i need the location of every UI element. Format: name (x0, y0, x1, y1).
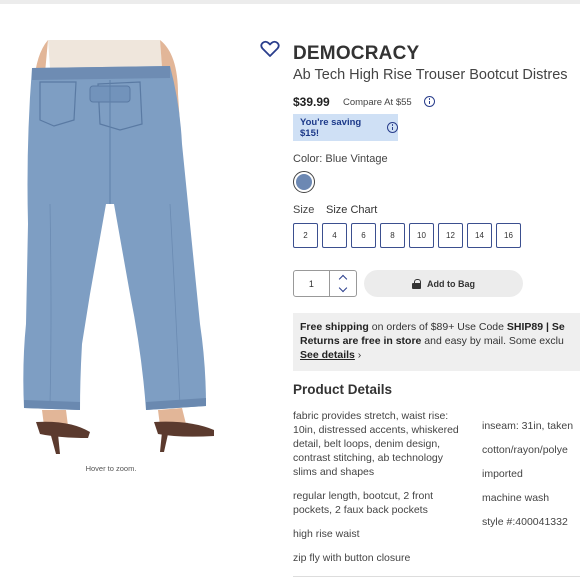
quantity-stepper: 1 (293, 270, 357, 297)
heart-icon[interactable] (260, 40, 280, 58)
detail-item: high rise waist (293, 528, 360, 540)
size-option-6[interactable]: 6 (351, 223, 376, 248)
info-icon[interactable] (424, 96, 435, 107)
product-price: $39.99 (293, 95, 330, 109)
detail-item: imported (482, 468, 523, 480)
size-option-12[interactable]: 12 (438, 223, 463, 248)
detail-item: zip fly with button closure (293, 552, 411, 564)
details-list-right: inseam: 31in, taken cotton/rayon/polye i… (482, 419, 580, 539)
quantity-arrows (328, 271, 356, 296)
product-details-heading: Product Details (293, 382, 393, 397)
size-chart-link[interactable]: Size Chart (326, 204, 377, 216)
shipping-banner: Free shipping on orders of $89+ Use Code… (293, 313, 580, 371)
shipping-line-1: Free shipping on orders of $89+ Use Code… (300, 321, 565, 333)
details-list-left: fabric provides stretch, waist rise: 10i… (293, 409, 468, 575)
hover-zoom-text: Hover to zoom. (85, 464, 137, 473)
product-brand[interactable]: DEMOCRACY (293, 43, 419, 65)
detail-item: fabric provides stretch, waist rise: 10i… (293, 410, 459, 478)
size-option-2[interactable]: 2 (293, 223, 318, 248)
color-value: Blue Vintage (325, 153, 388, 165)
detail-item: style #:400041332 (482, 516, 568, 528)
size-options: 2 4 6 8 10 12 14 16 (293, 223, 521, 248)
divider (293, 576, 580, 577)
detail-item: machine wash (482, 492, 550, 504)
product-details-panel: DEMOCRACY Ab Tech High Rise Trouser Boot… (260, 0, 580, 580)
size-option-14[interactable]: 14 (467, 223, 492, 248)
chevron-down-icon[interactable] (338, 283, 348, 293)
detail-item: regular length, bootcut, 2 front pockets… (293, 490, 434, 516)
size-option-8[interactable]: 8 (380, 223, 405, 248)
info-icon[interactable] (387, 122, 398, 133)
size-label: Size (293, 204, 315, 216)
product-image[interactable] (10, 34, 250, 454)
compare-price: Compare At $55 (343, 97, 412, 108)
see-details-link[interactable]: See details (300, 349, 355, 361)
color-swatch-blue-vintage[interactable] (293, 171, 315, 193)
add-to-bag-label: Add to Bag (427, 278, 475, 289)
saving-badge: You're saving $15! (293, 114, 398, 141)
saving-text: You're saving $15! (300, 116, 362, 139)
add-to-bag-button[interactable]: Add to Bag (364, 270, 523, 297)
chevron-up-icon[interactable] (338, 274, 348, 284)
detail-item: cotton/rayon/polye (482, 444, 568, 456)
detail-item: inseam: 31in, taken (482, 420, 574, 432)
lock-icon (412, 278, 421, 289)
size-option-16[interactable]: 16 (496, 223, 521, 248)
quantity-input[interactable]: 1 (294, 271, 329, 296)
size-option-10[interactable]: 10 (409, 223, 434, 248)
compare-value: $55 (395, 97, 412, 108)
shipping-line-2: Returns are free in store and easy by ma… (300, 335, 564, 347)
size-option-4[interactable]: 4 (322, 223, 347, 248)
compare-label: Compare At (343, 97, 394, 108)
product-title: Ab Tech High Rise Trouser Bootcut Distre… (293, 67, 568, 83)
product-image-panel: Hover to zoom. (0, 4, 262, 580)
chevron-right-icon: › (357, 349, 362, 361)
color-label: Color: Blue Vintage (293, 153, 388, 165)
